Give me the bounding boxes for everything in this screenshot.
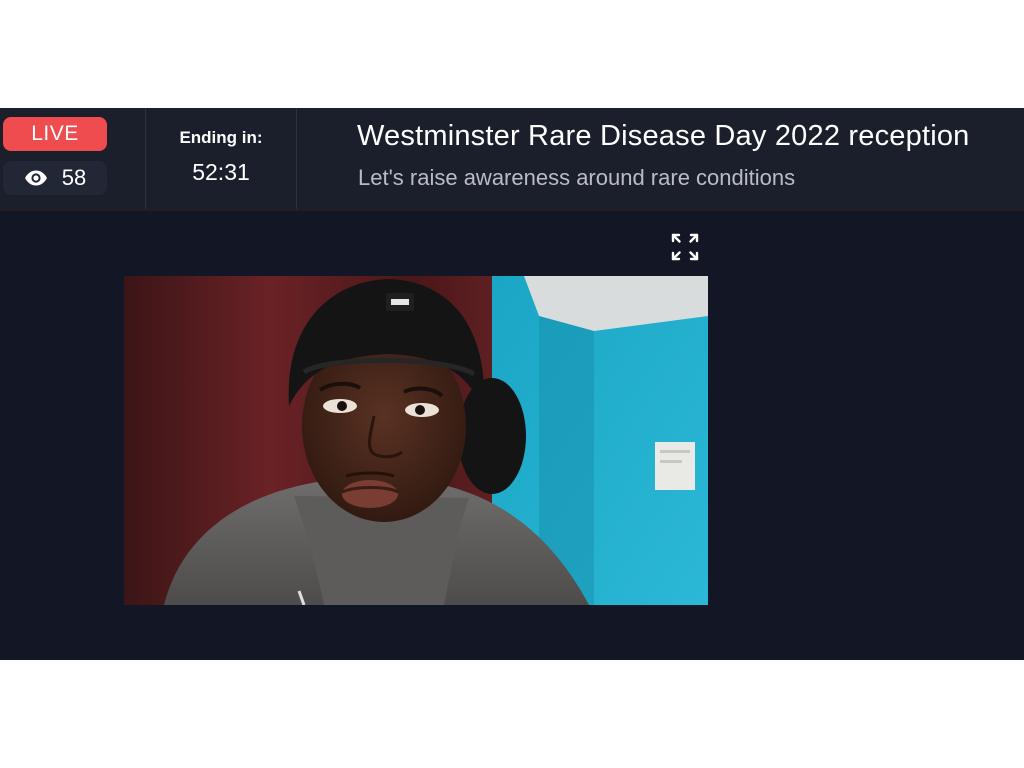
eye-icon <box>24 170 47 186</box>
viewer-count-value: 58 <box>61 165 87 190</box>
viewer-count: 58 <box>3 161 107 195</box>
stream-header: LIVE 58 Ending in: 52:31 Westminster Rar… <box>0 108 1024 211</box>
countdown-value: 52:31 <box>192 159 250 185</box>
event-subtitle: Let's raise awareness around rare condit… <box>358 165 796 190</box>
video-frame-image <box>124 276 708 605</box>
event-title: Westminster Rare Disease Day 2022 recept… <box>357 120 970 152</box>
live-stream-page: LIVE 58 Ending in: 52:31 Westminster Rar… <box>0 108 1024 660</box>
header-divider <box>296 108 297 209</box>
live-status: LIVE 58 <box>0 108 145 209</box>
countdown-label: Ending in: <box>179 128 263 147</box>
live-badge: LIVE <box>3 117 107 151</box>
event-info: Westminster Rare Disease Day 2022 recept… <box>357 108 1024 209</box>
video-player[interactable] <box>124 276 708 605</box>
fullscreen-expand-icon[interactable] <box>670 232 700 262</box>
countdown: Ending in: 52:31 <box>146 108 296 209</box>
